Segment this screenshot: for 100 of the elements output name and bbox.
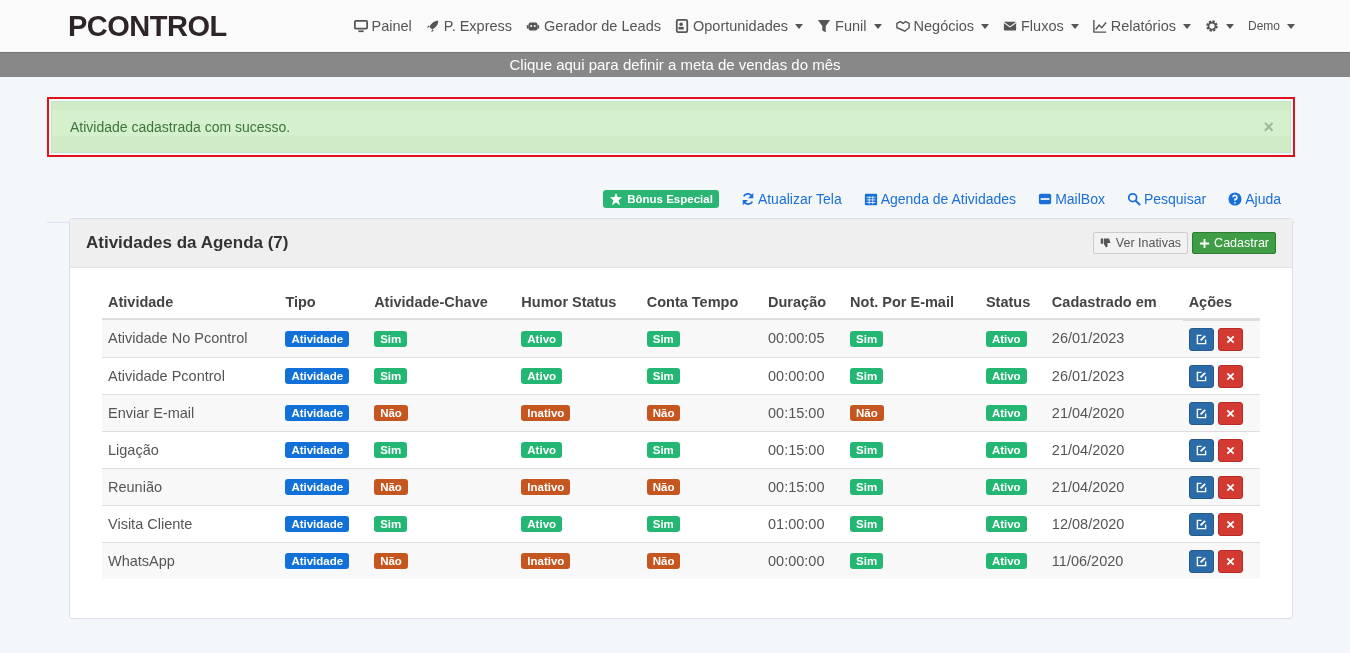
- status-label: Não: [646, 479, 681, 495]
- type-label: Atividade: [285, 553, 350, 570]
- status-label: Sim: [374, 368, 408, 384]
- plus-icon: [1199, 237, 1211, 249]
- delete-button[interactable]: [1217, 364, 1243, 388]
- nav-menu-item[interactable]: Oportunidades: [674, 18, 804, 34]
- type-label: Atividade: [285, 368, 350, 384]
- star-icon: [609, 192, 624, 206]
- edit-icon: [1195, 444, 1207, 456]
- table-cell: 00:00:00: [762, 542, 845, 579]
- nav-menu-item[interactable]: Fluxos: [1003, 18, 1079, 34]
- caret-icon: [795, 23, 804, 29]
- edit-icon: [1195, 333, 1207, 345]
- caret-icon: [873, 23, 882, 29]
- status-label: Sim: [850, 516, 884, 532]
- status-label: Sim: [646, 368, 680, 384]
- caret-icon: [1183, 23, 1191, 29]
- rocket-icon: [425, 19, 440, 33]
- refresh-icon: [740, 192, 755, 206]
- type-label: Atividade: [285, 479, 350, 495]
- status-label: Inativo: [521, 479, 571, 495]
- table-cell: 00:15:00: [762, 468, 845, 505]
- nav-menu-item[interactable]: Painel: [353, 18, 412, 34]
- status-label: Sim: [374, 330, 408, 347]
- table-cell: Enviar E-mail: [102, 394, 280, 431]
- status-label: Ativo: [521, 368, 563, 384]
- delete-button[interactable]: [1217, 438, 1243, 462]
- calendar-icon: [863, 192, 878, 206]
- table-cell: Atividade No Pcontrol: [102, 319, 280, 357]
- edit-button[interactable]: [1188, 549, 1214, 573]
- toolbar-link[interactable]: Atualizar Tela: [740, 191, 842, 207]
- edit-icon: [1195, 518, 1207, 530]
- edit-button[interactable]: [1188, 475, 1214, 499]
- edit-icon: [1195, 370, 1207, 382]
- status-label: Ativo: [985, 516, 1027, 532]
- edit-icon: [1195, 407, 1207, 419]
- nav-menu-item[interactable]: Funil: [817, 18, 882, 34]
- table-cell: 11/06/2020: [1045, 542, 1183, 579]
- monitor-icon: [353, 19, 368, 33]
- nav-menu-item[interactable]: Demo: [1248, 19, 1295, 33]
- line-chart-icon: [1092, 19, 1107, 33]
- type-label: Atividade: [285, 405, 350, 421]
- funnel-icon: [817, 19, 832, 33]
- nav-menu-item[interactable]: [1205, 19, 1234, 33]
- delete-button[interactable]: [1217, 327, 1243, 351]
- close-icon: [1225, 556, 1235, 566]
- status-label: Sim: [850, 330, 884, 347]
- table-cell: 00:15:00: [762, 394, 845, 431]
- caret-icon: [981, 23, 989, 29]
- status-label: Ativo: [985, 553, 1027, 570]
- nav-menu-item[interactable]: Negócios: [895, 18, 989, 34]
- edit-button[interactable]: [1188, 401, 1214, 425]
- status-label: Ativo: [985, 330, 1027, 347]
- status-label: Ativo: [985, 405, 1027, 421]
- type-label: Atividade: [285, 330, 350, 347]
- status-label: Inativo: [521, 553, 571, 570]
- nav-menu-item[interactable]: Gerador de Leads: [526, 18, 661, 34]
- status-label: Sim: [850, 553, 884, 570]
- status-label: Ativo: [985, 442, 1027, 458]
- table-cell: 00:00:05: [762, 319, 845, 357]
- edit-button[interactable]: [1188, 438, 1214, 462]
- caret-icon: [1287, 23, 1295, 29]
- edit-icon: [1195, 555, 1207, 567]
- pcontrol-logo[interactable]: PCONTROL: [68, 9, 227, 43]
- status-label: Sim: [646, 516, 680, 532]
- status-label: Sim: [374, 442, 408, 458]
- toolbar-link[interactable]: MailBox: [1038, 191, 1105, 207]
- nav-menu-item[interactable]: Relatórios: [1092, 18, 1191, 34]
- delete-button[interactable]: [1217, 512, 1243, 536]
- table-cell: 26/01/2023: [1045, 319, 1183, 357]
- toolbar-link[interactable]: Pesquisar: [1126, 191, 1207, 207]
- contact-card-icon: [674, 19, 689, 33]
- toolbar-link[interactable]: Ajuda: [1228, 191, 1281, 207]
- status-label: Sim: [850, 368, 884, 384]
- status-label: Sim: [374, 516, 408, 532]
- edit-button[interactable]: [1188, 512, 1214, 536]
- delete-button[interactable]: [1217, 549, 1243, 573]
- close-icon: [1225, 408, 1235, 418]
- table-cell: WhatsApp: [102, 542, 280, 579]
- close-icon: [1225, 445, 1235, 455]
- delete-button[interactable]: [1217, 475, 1243, 499]
- sales-goal-banner[interactable]: Clique aqui para definir a meta de vendas do mês: [0, 52, 1350, 77]
- close-icon: [1225, 334, 1235, 344]
- type-label: Atividade: [285, 516, 350, 532]
- edit-icon: [1195, 481, 1207, 493]
- status-label: Sim: [850, 479, 884, 495]
- status-label: Ativo: [985, 368, 1027, 384]
- table-cell: 21/04/2020: [1045, 468, 1183, 505]
- close-icon: [1225, 371, 1235, 381]
- inbox-icon: [1038, 192, 1053, 206]
- type-label: Atividade: [285, 442, 350, 458]
- toolbar-link[interactable]: Agenda de Atividades: [863, 191, 1017, 207]
- status-label: Ativo: [521, 516, 563, 532]
- nav-menu-item[interactable]: P. Express: [425, 18, 513, 34]
- status-label: Não: [374, 479, 408, 495]
- edit-button[interactable]: [1188, 364, 1214, 388]
- table-cell: 21/04/2020: [1045, 394, 1183, 431]
- edit-button[interactable]: [1188, 327, 1214, 351]
- close-icon: [1225, 519, 1235, 529]
- delete-button[interactable]: [1217, 401, 1243, 425]
